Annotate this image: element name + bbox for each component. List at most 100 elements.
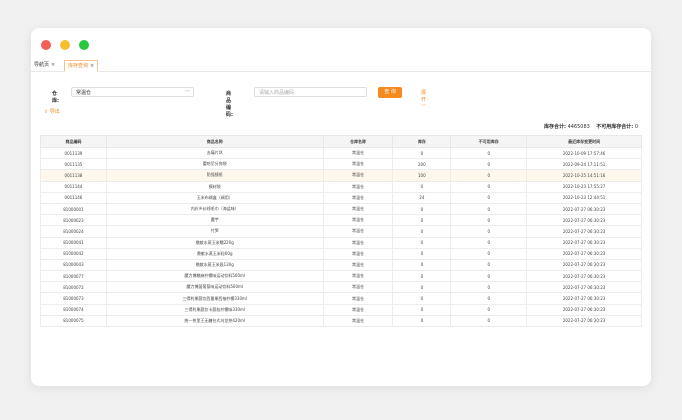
product-code-cell: 0011135 bbox=[40, 158, 107, 171]
unavailable-stock-cell: 0 bbox=[450, 314, 528, 328]
product-code-cell: 0011146 bbox=[40, 191, 107, 204]
product-name-cell: 蕾哈尼分饰袋 bbox=[105, 158, 324, 171]
product-name-cell: 模材袋 bbox=[105, 180, 324, 193]
last-change-cell: 2022-07-27 06:30:23 bbox=[526, 236, 642, 249]
stock-cell: 24 bbox=[392, 191, 452, 204]
product-name-cell: 鼎献水蒸玉米粒60g bbox=[105, 247, 324, 260]
unavailable-stock-cell: 0 bbox=[450, 146, 528, 160]
close-icon[interactable]: × bbox=[51, 62, 55, 68]
stock-cell: 0 bbox=[392, 270, 452, 283]
table-row[interactable]: 81000043 鼎献水蒸玉米段130g 常温仓 0 0 2022-07-27 06:30… bbox=[40, 258, 642, 272]
warehouse-cell: 常温仓 bbox=[322, 146, 394, 160]
table-row[interactable]: 81000023 魔芋 常温仓 0 0 2022-07-27 06:30:23 bbox=[40, 214, 642, 227]
table-row[interactable]: 0011135 蕾哈尼分饰袋 常温仓 200 0 2022-09-24 17:11:51 bbox=[40, 158, 642, 171]
warehouse-cell: 常温仓 bbox=[322, 247, 394, 260]
table-row[interactable]: 0011139 去痛片IX 常温仓 0 0 2022-10-09 17:57:46 bbox=[40, 146, 642, 160]
product-name-cell: 魔芋 bbox=[105, 214, 324, 227]
product-code-cell: 81000073 bbox=[40, 292, 107, 305]
close-icon[interactable]: × bbox=[90, 63, 94, 69]
product-name-cell: 鼎献水蒸玉米糯220g bbox=[105, 236, 324, 249]
header-stock[interactable]: 库存 bbox=[392, 135, 452, 148]
last-change-cell: 2022-07-27 06:30:23 bbox=[526, 303, 642, 316]
warehouse-cell: 常温仓 bbox=[322, 214, 394, 227]
unavailable-stock-cell: 0 bbox=[450, 292, 528, 305]
tab-home-label: 导航页 bbox=[34, 62, 50, 68]
table-row[interactable]: 81000001 内衫乡纱线毛巾（海盐味） 常温仓 0 0 2022-07-27 06:3… bbox=[40, 202, 642, 216]
stock-cell: 0 bbox=[392, 236, 452, 249]
warehouse-cell: 常温仓 bbox=[322, 191, 394, 204]
warehouse-cell: 常温仓 bbox=[322, 169, 394, 182]
last-change-cell: 2022-07-27 06:30:23 bbox=[526, 270, 642, 283]
warehouse-label: 仓库: bbox=[52, 91, 59, 104]
stock-cell: 0 bbox=[392, 292, 452, 305]
stock-cell: 100 bbox=[392, 169, 452, 182]
product-code-cell: 81000077 bbox=[40, 270, 107, 283]
header-product-code[interactable]: 商品编码 bbox=[40, 135, 107, 148]
warehouse-cell: 常温仓 bbox=[322, 303, 394, 316]
unavailable-stock-cell: 0 bbox=[450, 191, 528, 204]
header-product-name[interactable]: 商品名称 bbox=[105, 135, 324, 148]
product-name-cell: 竹笋 bbox=[105, 225, 324, 238]
table-row[interactable]: 81000042 鼎献水蒸玉米粒60g 常温仓 0 0 2022-07-27 06:30:… bbox=[40, 247, 642, 260]
product-code-cell: 81000024 bbox=[40, 225, 107, 238]
product-code-cell: 81000075 bbox=[40, 314, 107, 328]
product-name-cell: 防弧镜纸 bbox=[105, 169, 324, 182]
last-change-cell: 2022-10-23 12:44:51 bbox=[526, 191, 642, 204]
header-warehouse-name[interactable]: 仓库名称 bbox=[322, 135, 394, 148]
unavailable-stock-cell: 0 bbox=[450, 258, 528, 272]
last-change-cell: 2022-07-27 06:30:23 bbox=[526, 247, 642, 260]
product-code-cell: 0011139 bbox=[40, 146, 107, 160]
table-row[interactable]: 81000041 鼎献水蒸玉米糯220g 常温仓 0 0 2022-07-27 06:30… bbox=[40, 236, 642, 249]
last-change-cell: 2022-07-27 06:30:23 bbox=[526, 258, 642, 272]
title-bar bbox=[31, 28, 651, 60]
table-row[interactable]: 81000075 统一茶里王无糖台式乌龙茶420ml 常温仓 0 0 2022-07-27… bbox=[40, 314, 642, 328]
stock-cell: 0 bbox=[392, 180, 452, 193]
warehouse-select[interactable]: 常温仓 ﹀ bbox=[71, 87, 194, 97]
last-change-cell: 2022-07-27 06:30:23 bbox=[526, 225, 642, 238]
unavailable-stock-value: 0 bbox=[634, 124, 638, 130]
product-code-cell: 81000001 bbox=[40, 202, 107, 216]
table-row[interactable]: 81000074 三得利果蔬饮卡蔬桂柠檬味330ml 常温仓 0 0 2022-07-27… bbox=[40, 303, 642, 316]
close-window-button[interactable] bbox=[41, 40, 51, 50]
unavailable-stock-cell: 0 bbox=[450, 270, 528, 283]
header-unavailable-stock[interactable]: 不可用库存 bbox=[450, 135, 528, 148]
table-row[interactable]: 81000073 三得利果蔬饮西番果西柚柠檬330ml 常温仓 0 0 2022-07-2… bbox=[40, 292, 642, 305]
table-row[interactable]: 81000072 魔力博菌葡萄味运动饮料500ml 常温仓 0 0 2022-07-27 … bbox=[40, 281, 642, 294]
minimize-window-button[interactable] bbox=[60, 40, 70, 50]
expand-button[interactable]: 展开 ﹀ bbox=[421, 89, 426, 110]
last-change-cell: 2022-07-27 06:30:23 bbox=[526, 314, 642, 328]
unavailable-stock-cell: 0 bbox=[450, 225, 528, 238]
table-row[interactable]: 81000024 竹笋 常温仓 0 0 2022-07-27 06:30:23 bbox=[40, 225, 642, 238]
warehouse-cell: 常温仓 bbox=[322, 158, 394, 171]
warehouse-cell: 常温仓 bbox=[322, 270, 394, 283]
maximize-window-button[interactable] bbox=[79, 40, 89, 50]
tab-inventory-query[interactable]: 库存查询 × bbox=[64, 60, 99, 72]
unavailable-stock-cell: 0 bbox=[450, 281, 528, 294]
warehouse-cell: 常温仓 bbox=[322, 281, 394, 294]
table-row[interactable]: 0011144 模材袋 常温仓 0 0 2022-10-23 17:55:27 bbox=[40, 180, 642, 193]
stock-cell: 0 bbox=[392, 258, 452, 272]
inventory-table: 商品编码 商品名称 仓库名称 库存 不可用库存 最近库存变更时间 0011139… bbox=[40, 135, 642, 328]
product-code-cell: 81000023 bbox=[40, 214, 107, 227]
table-row[interactable]: 81000077 魔力博粮麻柠檬味运动饮料500ml 常温仓 0 0 2022-07-27… bbox=[40, 270, 642, 283]
product-code-cell: 81000072 bbox=[40, 281, 107, 294]
warehouse-cell: 常温仓 bbox=[322, 236, 394, 249]
chevron-down-icon: ﹀ bbox=[184, 90, 190, 96]
product-name-cell: 三得利果蔬饮西番果西柚柠檬330ml bbox=[105, 292, 324, 305]
header-last-change-time[interactable]: 最近库存变更时间 bbox=[526, 135, 642, 148]
export-button[interactable]: ⇪ 导出 bbox=[44, 108, 60, 115]
unavailable-stock-cell: 0 bbox=[450, 214, 528, 227]
stock-cell: 0 bbox=[392, 247, 452, 260]
product-code-input[interactable]: 请输入商品编码 bbox=[254, 87, 367, 97]
total-stock-label: 库存合计: bbox=[543, 124, 566, 130]
inventory-summary: 库存合计: 4465083 不可用库存合计: 0 bbox=[544, 123, 638, 130]
product-code-cell: 81000042 bbox=[40, 247, 107, 260]
product-name-cell: 鼎献水蒸玉米段130g bbox=[105, 258, 324, 272]
query-button[interactable]: 查 询 bbox=[378, 87, 402, 98]
table-row[interactable]: 0011138 防弧镜纸 常温仓 100 0 2022-10-25 14:51:16 bbox=[40, 169, 642, 182]
warehouse-cell: 常温仓 bbox=[322, 314, 394, 328]
table-row[interactable]: 0011146 玉米布绸盒（绸用） 常温仓 24 0 2022-10-23 12:44:5… bbox=[40, 191, 642, 204]
warehouse-cell: 常温仓 bbox=[322, 292, 394, 305]
unavailable-stock-cell: 0 bbox=[450, 180, 528, 193]
tab-home[interactable]: 导航页 × bbox=[31, 60, 58, 70]
